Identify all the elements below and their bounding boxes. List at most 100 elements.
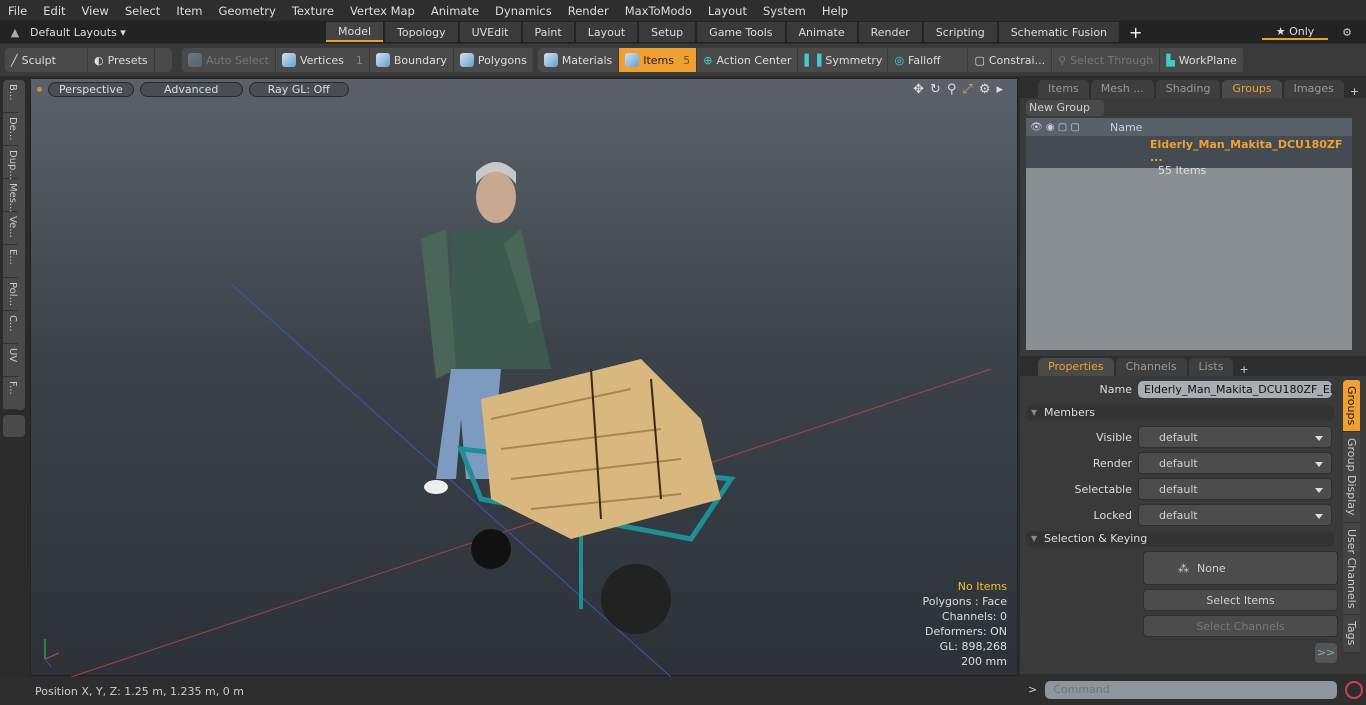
items-button[interactable]: Items 5 (619, 48, 698, 72)
side-tab-user-channels[interactable]: User Channels (1343, 522, 1360, 616)
add-tab-button[interactable]: + (1121, 23, 1150, 42)
constraints-label: Constrai... (988, 53, 1046, 67)
gear-icon[interactable]: ⚙ (1328, 26, 1366, 39)
left-tab[interactable]: B... (3, 80, 18, 113)
selection-keying-section[interactable]: Selection & Keying (1026, 531, 1334, 547)
locked-dropdown[interactable]: default (1138, 504, 1332, 526)
perspective-dropdown[interactable]: Perspective (48, 81, 134, 97)
menu-item[interactable]: Item (168, 4, 210, 18)
menu-view[interactable]: View (74, 4, 117, 18)
group-name: Elderly_Man_Makita_DCU180ZF ... (1150, 138, 1343, 164)
tab-paint[interactable]: Paint (522, 22, 574, 42)
menu-maxtomodo[interactable]: MaxToModo (617, 4, 700, 18)
new-group-button[interactable]: New Group (1026, 100, 1104, 116)
collapse-icon[interactable]: ▲ (0, 26, 30, 39)
tab-properties[interactable]: Properties (1038, 358, 1114, 376)
tab-scripting[interactable]: Scripting (923, 22, 997, 42)
tab-channels[interactable]: Channels (1115, 358, 1187, 376)
left-tab[interactable]: F... (3, 377, 18, 410)
tab-shading[interactable]: Shading (1155, 80, 1221, 98)
3d-viewport[interactable]: Perspective Advanced Ray GL: Off ✥ ↻ ⚲ ⤢… (30, 78, 1018, 677)
falloff-button[interactable]: ◎ Falloff (888, 48, 969, 72)
selectable-dropdown[interactable]: default (1138, 478, 1332, 500)
menu-animate[interactable]: Animate (423, 4, 487, 18)
render-dropdown[interactable]: default (1138, 452, 1332, 474)
tab-items[interactable]: Items (1038, 80, 1089, 98)
tab-uvedit[interactable]: UVEdit (459, 22, 521, 42)
raygl-toggle[interactable]: Ray GL: Off (248, 81, 349, 97)
left-tab[interactable]: De... (3, 113, 18, 146)
menu-select[interactable]: Select (117, 4, 168, 18)
group-row[interactable]: Elderly_Man_Makita_DCU180ZF ... 55 Items (1026, 136, 1352, 177)
side-tab-groups[interactable]: Groups (1343, 380, 1360, 433)
zoom-icon[interactable]: ⚲ (947, 82, 957, 97)
advanced-dropdown[interactable]: Advanced (139, 81, 243, 97)
add-tab-icon[interactable]: + (1346, 85, 1363, 98)
menu-render[interactable]: Render (560, 4, 617, 18)
left-tab[interactable]: Mes... (3, 179, 18, 213)
tab-lists[interactable]: Lists (1188, 358, 1234, 376)
tab-topology[interactable]: Topology (385, 22, 458, 42)
tab-setup[interactable]: Setup (639, 22, 696, 42)
tab-mesh[interactable]: Mesh ... (1090, 80, 1154, 98)
presets-button[interactable]: ◐ Presets (88, 48, 155, 72)
symmetry-button[interactable]: ▌▐ Symmetry (798, 48, 889, 72)
select-channels-button[interactable]: Select Channels (1143, 615, 1338, 637)
tab-render[interactable]: Render (858, 22, 922, 42)
tab-groups[interactable]: Groups (1222, 80, 1282, 98)
members-section[interactable]: Members (1026, 405, 1334, 421)
left-tab[interactable]: Ve... (3, 212, 18, 245)
menu-dynamics[interactable]: Dynamics (487, 4, 560, 18)
command-input[interactable] (1045, 680, 1338, 699)
top-panel-tabs: Items Mesh ... Shading Groups Images + (1020, 78, 1366, 98)
none-button[interactable]: ⁂ None (1143, 551, 1338, 585)
left-tab-extra[interactable] (3, 415, 25, 437)
menu-file[interactable]: File (0, 4, 35, 18)
materials-button[interactable]: Materials (538, 48, 620, 72)
move-icon[interactable]: ✥ (913, 82, 924, 97)
sculpt-button[interactable]: ╱ Sculpt (5, 48, 88, 72)
side-tab-tags[interactable]: Tags (1343, 615, 1360, 653)
tab-schematic-fusion[interactable]: Schematic Fusion (998, 22, 1120, 42)
left-tab[interactable]: C... (3, 311, 18, 344)
action-center-button[interactable]: ⊕ Action Center (697, 48, 799, 72)
vertices-button[interactable]: Vertices 1 (276, 48, 370, 72)
menu-help[interactable]: Help (814, 4, 856, 18)
workplane-button[interactable]: ▙ WorkPlane (1160, 48, 1244, 72)
record-icon[interactable] (1345, 680, 1364, 699)
menu-geometry[interactable]: Geometry (211, 4, 284, 18)
layout-selector[interactable]: Default Layouts ▾ (30, 26, 326, 39)
name-column-header[interactable]: Name (1110, 121, 1142, 134)
left-tab[interactable]: Pol... (3, 278, 18, 311)
name-field[interactable]: Elderly_Man_Makita_DCU180ZF_Elect (1138, 380, 1332, 398)
menu-vertex-map[interactable]: Vertex Map (342, 4, 423, 18)
side-tab-group-display[interactable]: Group Display (1343, 432, 1360, 523)
menu-texture[interactable]: Texture (284, 4, 342, 18)
select-through-button[interactable]: ⚲ Select Through (1052, 48, 1161, 72)
gear-icon[interactable]: ⚙ (979, 82, 991, 97)
only-button[interactable]: ★ Only (1262, 25, 1328, 40)
viewport-dot-icon[interactable] (37, 86, 42, 92)
constraints-button[interactable]: ▢ Constrai... (968, 48, 1053, 72)
left-tab[interactable]: UV (3, 344, 18, 377)
left-tab[interactable]: E... (3, 245, 18, 278)
menu-layout[interactable]: Layout (700, 4, 755, 18)
tab-layout[interactable]: Layout (575, 22, 638, 42)
add-tab-icon[interactable]: + (1235, 363, 1252, 376)
maximize-icon[interactable]: ⤢ (962, 82, 972, 97)
visible-dropdown[interactable]: default (1138, 426, 1332, 448)
select-items-button[interactable]: Select Items (1143, 589, 1338, 611)
tab-images[interactable]: Images (1283, 80, 1344, 98)
tab-animate[interactable]: Animate (786, 22, 857, 42)
tab-game-tools[interactable]: Game Tools (697, 22, 785, 42)
left-tab[interactable]: Dup... (3, 146, 18, 180)
menu-system[interactable]: System (755, 4, 814, 18)
auto-select-button[interactable]: Auto Select (182, 48, 276, 72)
tab-model[interactable]: Model (326, 22, 384, 42)
boundary-button[interactable]: Boundary (370, 48, 454, 72)
more-button[interactable]: >> (1315, 643, 1337, 663)
rotate-icon[interactable]: ↻ (930, 82, 941, 97)
polygons-button[interactable]: Polygons (454, 48, 534, 72)
expand-arrow-icon[interactable]: ▸ (996, 82, 1003, 97)
menu-edit[interactable]: Edit (35, 4, 73, 18)
